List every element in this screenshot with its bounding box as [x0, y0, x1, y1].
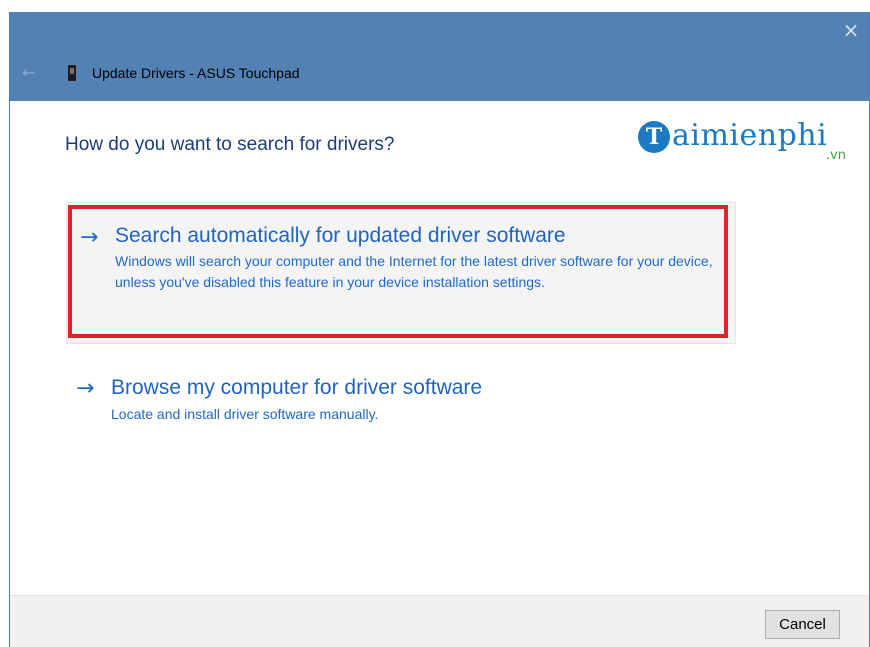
update-drivers-window: × ← Update Drivers - ASUS Touchpad How d… [9, 12, 870, 647]
touchpad-device-icon [68, 65, 76, 81]
browse-computer-option[interactable]: → Browse my computer for driver software… [68, 362, 588, 422]
option-title: Search automatically for updated driver … [115, 224, 566, 247]
arrow-right-icon: → [80, 225, 99, 250]
dialog-footer: Cancel [10, 595, 869, 647]
option-description: Locate and install driver software manua… [111, 406, 379, 422]
option-title: Browse my computer for driver software [111, 376, 483, 399]
arrow-right-icon: → [76, 376, 95, 401]
title-bar[interactable]: × ← Update Drivers - ASUS Touchpad [10, 12, 869, 101]
logo-letter-icon: T [638, 121, 670, 153]
page-heading: How do you want to search for drivers? [65, 134, 395, 155]
logo-text: aimienphi [672, 118, 828, 153]
close-icon[interactable]: × [839, 18, 863, 42]
window-title: Update Drivers - ASUS Touchpad [92, 65, 300, 81]
logo-suffix: .vn [825, 148, 846, 163]
cancel-button[interactable]: Cancel [765, 610, 840, 639]
watermark-logo: T aimienphi .vn [634, 115, 852, 167]
search-automatically-option[interactable]: → Search automatically for updated drive… [68, 205, 728, 338]
back-arrow-icon[interactable]: ← [22, 64, 40, 82]
option-description: Windows will search your computer and th… [115, 253, 713, 290]
